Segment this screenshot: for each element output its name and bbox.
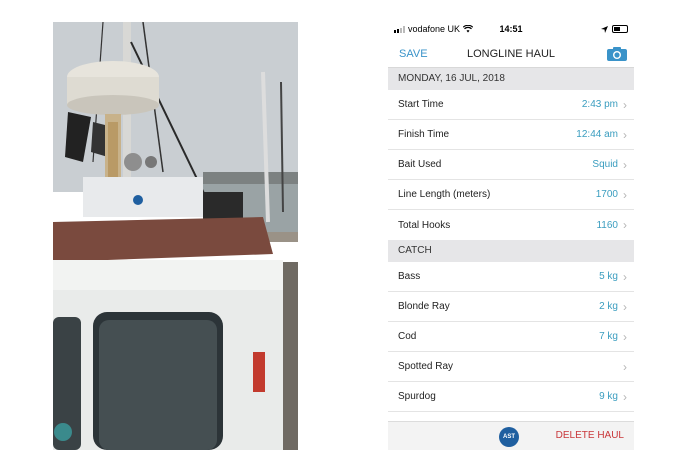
bottom-toolbar: AST DELETE HAUL [388, 421, 634, 450]
row-label: Finish Time [398, 129, 450, 140]
row-label: Start Time [398, 99, 444, 110]
date-section-header: MONDAY, 16 JUL, 2018 [388, 68, 634, 90]
status-bar: vodafone UK 14:51 [388, 18, 634, 40]
row-value-wrap: Squid › [592, 159, 627, 171]
delete-haul-button[interactable]: DELETE HAUL [556, 430, 624, 441]
save-button[interactable]: SAVE [399, 48, 428, 60]
bait-used-row[interactable]: Bait Used Squid › [388, 150, 634, 180]
catch-row-blonde-ray[interactable]: Blonde Ray 2 kg › [388, 292, 634, 322]
line-length-row[interactable]: Line Length (meters) 1700 › [388, 180, 634, 210]
finish-time-row[interactable]: Finish Time 12:44 am › [388, 120, 634, 150]
row-value-wrap: 2 kg › [599, 301, 627, 313]
row-value-wrap: 9 kg › [599, 391, 627, 403]
row-value-wrap: 12:44 am › [576, 129, 627, 141]
status-left: vodafone UK [394, 24, 474, 34]
row-label: Line Length (meters) [398, 189, 491, 200]
chevron-right-icon: › [623, 218, 627, 232]
row-label: Bass [398, 271, 421, 282]
row-label: Blonde Ray [398, 301, 450, 312]
start-time-row[interactable]: Start Time 2:43 pm › [388, 90, 634, 120]
navigation-bar: SAVE LONGLINE HAUL [388, 40, 634, 68]
row-value-wrap: 5 kg › [599, 271, 627, 283]
row-value: 1700 [595, 189, 618, 200]
row-value: 2 kg [599, 301, 618, 312]
ast-logo: AST [499, 427, 519, 447]
wifi-icon [463, 25, 474, 33]
carrier-name: vodafone UK [408, 24, 461, 34]
chevron-right-icon: › [623, 127, 627, 142]
chevron-right-icon: › [623, 157, 627, 172]
status-right [601, 25, 628, 33]
signal-icon [394, 25, 405, 33]
row-value: 5 kg [599, 271, 618, 282]
row-value: 7 kg [599, 331, 618, 342]
phone-screen: vodafone UK 14:51 SAVE LONGLINE HAUL MON… [388, 18, 634, 450]
row-value: 9 kg [599, 391, 618, 402]
catch-row-spotted-ray[interactable]: Spotted Ray › [388, 352, 634, 382]
row-value-wrap: 7 kg › [599, 331, 627, 343]
camera-icon[interactable] [606, 46, 628, 62]
row-value: 2:43 pm [581, 99, 618, 110]
row-value: 1160 [596, 219, 618, 231]
chevron-right-icon: › [623, 187, 627, 202]
chevron-right-icon: › [623, 97, 627, 112]
row-label: Total Hooks [398, 219, 451, 231]
row-label: Spotted Ray [398, 361, 454, 372]
chevron-right-icon: › [623, 269, 627, 284]
chevron-right-icon: › [623, 359, 627, 374]
row-value-wrap: 2:43 pm › [582, 99, 627, 111]
row-value-wrap: › [618, 361, 627, 373]
battery-icon [612, 25, 628, 33]
row-value-wrap: 1700 › [596, 189, 627, 201]
row-label: Cod [398, 331, 417, 342]
catch-row-bass[interactable]: Bass 5 kg › [388, 262, 634, 292]
location-icon [601, 25, 608, 33]
row-value: 12:44 am [576, 129, 618, 140]
catch-section-header: CATCH [388, 240, 634, 262]
row-label: Bait Used [398, 159, 442, 170]
haul-details-list: Start Time 2:43 pm › Finish Time 12:44 am… [388, 90, 634, 240]
total-hooks-row[interactable]: Total Hooks 1160 › [388, 210, 634, 240]
row-label: Spurdog [398, 391, 436, 402]
catch-row-spurdog[interactable]: Spurdog 9 kg › [388, 382, 634, 412]
row-value-wrap: 1160 › [596, 219, 627, 231]
catch-list: Bass 5 kg › Blonde Ray 2 kg › Cod 7 kg › Sp… [388, 262, 634, 412]
chevron-right-icon: › [623, 329, 627, 344]
catch-row-cod[interactable]: Cod 7 kg › [388, 322, 634, 352]
chevron-right-icon: › [623, 299, 627, 314]
row-value: Squid [592, 159, 618, 170]
chevron-right-icon: › [623, 389, 627, 404]
boat-photo [53, 22, 298, 450]
